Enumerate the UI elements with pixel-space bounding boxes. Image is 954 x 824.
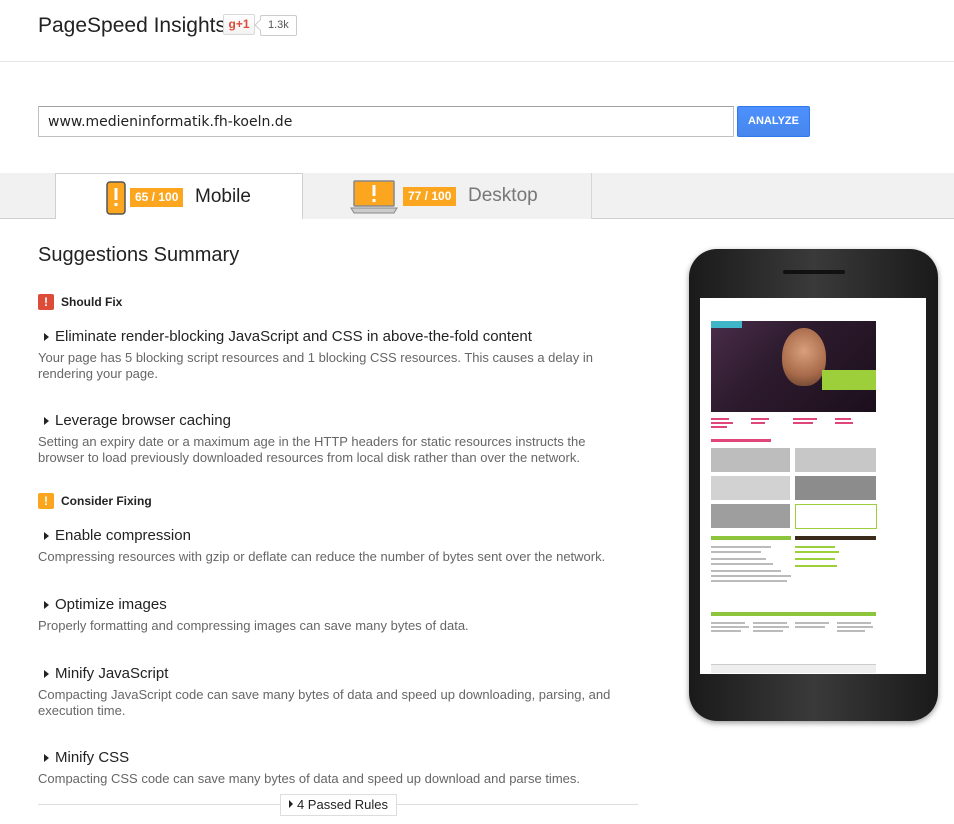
exclamation-orange-icon: ! bbox=[38, 493, 54, 509]
should-fix-label: Should Fix bbox=[61, 295, 123, 309]
mobile-score-badge: 65 / 100 bbox=[130, 188, 184, 207]
desktop-monitor-icon bbox=[350, 180, 398, 214]
preview-thumbnail-empty bbox=[795, 504, 877, 529]
passed-rules-label: 4 Passed Rules bbox=[296, 797, 389, 812]
rule-title: Minify JavaScript bbox=[55, 665, 169, 682]
rule-title: Optimize images bbox=[55, 596, 167, 613]
preview-thumbnail bbox=[795, 448, 876, 472]
rule-description: Compacting CSS code can save many bytes … bbox=[38, 771, 580, 786]
suggestions-summary-title: Suggestions Summary bbox=[38, 244, 240, 266]
rule-item: Leverage browser caching Setting an expi… bbox=[38, 412, 638, 466]
preview-thumbnail bbox=[795, 476, 876, 500]
preview-section-bar bbox=[711, 536, 791, 540]
rule-toggle[interactable]: Minify JavaScript bbox=[38, 665, 638, 682]
expand-arrow-icon bbox=[44, 670, 49, 678]
tab-mobile-label: Mobile bbox=[195, 186, 251, 207]
rule-description: Setting an expiry date or a maximum age … bbox=[38, 434, 586, 465]
preview-hero-caption bbox=[822, 370, 876, 390]
rule-toggle[interactable]: Minify CSS bbox=[38, 749, 638, 766]
rule-item: Eliminate render-blocking JavaScript and… bbox=[38, 328, 638, 382]
rule-description: Your page has 5 blocking script resource… bbox=[38, 350, 593, 381]
analyze-button[interactable]: ANALYZE bbox=[737, 106, 810, 137]
preview-hero-face bbox=[782, 328, 826, 386]
rule-item: Optimize images Properly formatting and … bbox=[38, 596, 638, 634]
expand-arrow-icon bbox=[44, 417, 49, 425]
google-plus-one-button[interactable]: g+1 bbox=[223, 14, 255, 35]
rule-description: Compacting JavaScript code can save many… bbox=[38, 687, 611, 718]
expand-arrow-icon bbox=[44, 601, 49, 609]
rule-toggle[interactable]: Optimize images bbox=[38, 596, 638, 613]
expand-arrow-icon bbox=[288, 800, 293, 808]
rule-toggle[interactable]: Eliminate render-blocking JavaScript and… bbox=[38, 328, 638, 345]
mobile-phone-icon bbox=[106, 181, 126, 215]
consider-fixing-label: Consider Fixing bbox=[61, 494, 152, 508]
top-header: PageSpeed Insights g+1 1.3k bbox=[0, 0, 954, 62]
preview-thumbnail bbox=[711, 476, 790, 500]
passed-rules-toggle[interactable]: 4 Passed Rules bbox=[280, 794, 397, 816]
preview-link-columns bbox=[711, 416, 876, 436]
expand-arrow-icon bbox=[44, 754, 49, 762]
google-plus-count: 1.3k bbox=[260, 15, 297, 36]
rule-toggle[interactable]: Enable compression bbox=[38, 527, 638, 544]
rule-title: Minify CSS bbox=[55, 749, 130, 766]
phone-speaker bbox=[783, 270, 845, 274]
rule-item: Minify JavaScript Compacting JavaScript … bbox=[38, 665, 638, 719]
tab-desktop-label: Desktop bbox=[468, 185, 538, 206]
mobile-preview-screenshot bbox=[700, 298, 926, 674]
exclamation-red-icon: ! bbox=[38, 294, 54, 310]
preview-events-grid bbox=[711, 620, 876, 650]
expand-arrow-icon bbox=[44, 532, 49, 540]
mobile-preview-phone bbox=[689, 249, 938, 721]
preview-hero-tag bbox=[711, 321, 742, 328]
rule-description: Properly formatting and compressing imag… bbox=[38, 618, 469, 633]
url-input[interactable] bbox=[38, 106, 734, 137]
preview-section-bar bbox=[711, 439, 771, 442]
preview-section-bar bbox=[795, 536, 876, 540]
rule-item: Minify CSS Compacting CSS code can save … bbox=[38, 749, 638, 787]
rule-item: Enable compression Compressing resources… bbox=[38, 527, 638, 565]
tab-desktop[interactable]: 77 / 100 Desktop bbox=[303, 173, 592, 219]
expand-arrow-icon bbox=[44, 333, 49, 341]
rule-title: Enable compression bbox=[55, 527, 191, 544]
preview-footer-bar bbox=[711, 664, 876, 673]
rule-toggle[interactable]: Leverage browser caching bbox=[38, 412, 638, 429]
tab-mobile[interactable]: 65 / 100 Mobile bbox=[55, 173, 303, 219]
preview-section-bar bbox=[711, 612, 876, 616]
rule-description: Compressing resources with gzip or defla… bbox=[38, 549, 606, 564]
preview-thumbnail bbox=[711, 448, 790, 472]
rule-title: Eliminate render-blocking JavaScript and… bbox=[55, 328, 532, 345]
preview-thumbnail bbox=[711, 504, 790, 528]
preview-news-list bbox=[711, 544, 876, 604]
app-title: PageSpeed Insights bbox=[38, 14, 226, 37]
desktop-score-badge: 77 / 100 bbox=[403, 187, 457, 206]
rule-title: Leverage browser caching bbox=[55, 412, 231, 429]
